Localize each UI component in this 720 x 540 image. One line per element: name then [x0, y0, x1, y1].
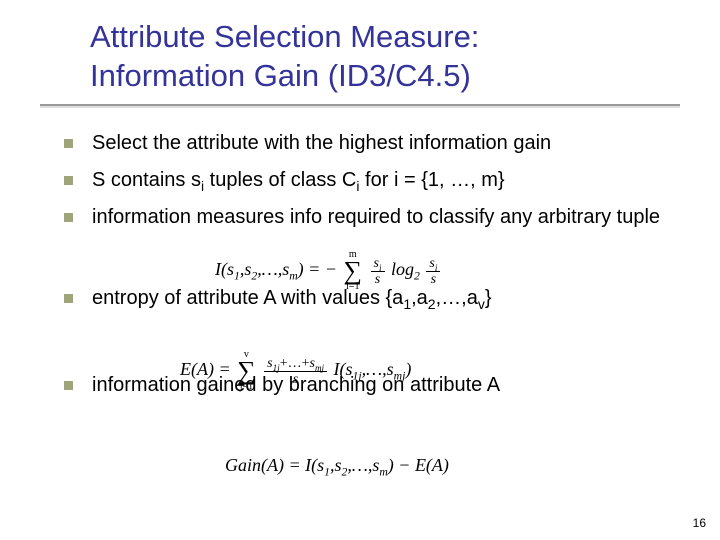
bullet-icon	[64, 213, 73, 222]
fraction: si s	[371, 256, 385, 287]
bullet-icon	[64, 294, 73, 303]
sigma-icon: v ∑ j=1	[237, 350, 256, 392]
fraction: s1j+…+smj s	[264, 356, 327, 387]
bullet-icon	[64, 176, 73, 185]
bullet-text: S contains si tuples of class Ci for i =…	[92, 169, 505, 191]
bullet-item-1: Select the attribute with the highest in…	[60, 130, 670, 157]
bullet-icon	[64, 139, 73, 148]
title-underline	[40, 104, 680, 108]
bullet-item-2: S contains si tuples of class Ci for i =…	[60, 167, 670, 194]
bullet-text: information measures info required to cl…	[92, 206, 660, 228]
slide-title: Attribute Selection Measure: Information…	[90, 18, 650, 96]
bullet-item-3: information measures info required to cl…	[60, 204, 670, 231]
title-line-2: Information Gain (ID3/C4.5)	[90, 58, 471, 93]
formula-entropy: E(A) = v ∑ j=1 s1j+…+smj s I(s1j,…,smj)	[180, 350, 411, 392]
formula-information: I(s1,s2,…,sm) = − m ∑ i=1 si s log2 si s	[215, 250, 442, 292]
bullet-icon	[64, 381, 73, 390]
bullet-text: Select the attribute with the highest in…	[92, 132, 551, 154]
sigma-icon: m ∑ i=1	[343, 250, 362, 292]
fraction: si s	[426, 256, 440, 287]
title-line-1: Attribute Selection Measure:	[90, 19, 479, 54]
page-number: 16	[693, 516, 706, 530]
formula-gain: Gain(A) = I(s1,s2,…,sm) − E(A)	[225, 455, 449, 476]
slide: Attribute Selection Measure: Information…	[0, 0, 720, 540]
